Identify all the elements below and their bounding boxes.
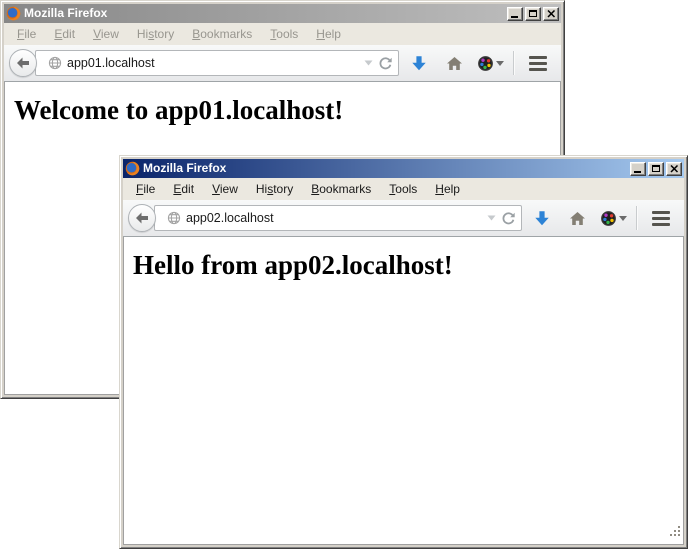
toolbar-separator: [513, 51, 515, 75]
menu-item-edit[interactable]: Edit: [45, 23, 84, 45]
navigation-toolbar: app01.localhost: [4, 45, 561, 82]
minimize-button[interactable]: [630, 162, 646, 176]
maximize-button[interactable]: [525, 7, 541, 21]
download-button[interactable]: [404, 48, 434, 78]
menu-item-history[interactable]: History: [128, 23, 183, 45]
url-text[interactable]: app01.localhost: [67, 56, 359, 70]
menu-item-edit[interactable]: Edit: [164, 178, 203, 200]
reload-icon[interactable]: [501, 211, 516, 226]
menu-item-view[interactable]: View: [203, 178, 247, 200]
maximize-icon: [652, 165, 660, 172]
menu-item-tools[interactable]: Tools: [261, 23, 307, 45]
download-arrow-icon: [534, 210, 550, 227]
url-bar[interactable]: app01.localhost: [35, 50, 399, 76]
menu-item-bookmarks[interactable]: Bookmarks: [302, 178, 380, 200]
browser-content: Hello from app02.localhost!: [123, 237, 684, 545]
titlebar[interactable]: Mozilla Firefox: [4, 4, 561, 23]
download-arrow-icon: [411, 55, 427, 72]
history-dropdown-icon[interactable]: [364, 60, 373, 66]
navigation-toolbar: app02.localhost: [123, 200, 684, 237]
url-text[interactable]: app02.localhost: [186, 211, 482, 225]
site-identity-globe-icon[interactable]: [48, 56, 62, 70]
menu-item-history[interactable]: History: [247, 178, 302, 200]
minimize-icon: [634, 171, 641, 173]
home-button[interactable]: [439, 48, 469, 78]
extension-button[interactable]: [597, 203, 629, 233]
window-title: Mozilla Firefox: [24, 4, 504, 23]
browser-window-app02[interactable]: Mozilla Firefox FileEditViewHistoryBookm…: [119, 155, 688, 549]
minimize-icon: [511, 16, 518, 18]
extension-button[interactable]: [474, 48, 506, 78]
menu-bar: FileEditViewHistoryBookmarksToolsHelp: [123, 178, 684, 200]
close-icon: [670, 165, 679, 173]
extension-palette-icon: [600, 210, 617, 227]
close-button[interactable]: [543, 7, 559, 21]
maximize-button[interactable]: [648, 162, 664, 176]
menu-item-view[interactable]: View: [84, 23, 128, 45]
window-title: Mozilla Firefox: [143, 159, 627, 178]
back-arrow-icon: [134, 210, 150, 226]
home-icon: [446, 56, 463, 71]
back-button[interactable]: [9, 49, 37, 77]
back-button[interactable]: [128, 204, 156, 232]
firefox-logo-icon: [125, 161, 140, 176]
resize-grip[interactable]: [669, 525, 682, 543]
extension-caret-icon: [496, 61, 504, 66]
menu-item-file[interactable]: File: [127, 178, 164, 200]
history-dropdown-icon[interactable]: [487, 215, 496, 221]
titlebar[interactable]: Mozilla Firefox: [123, 159, 684, 178]
close-icon: [547, 10, 556, 18]
menu-hamburger-button[interactable]: [522, 48, 554, 78]
back-arrow-icon: [15, 55, 31, 71]
minimize-button[interactable]: [507, 7, 523, 21]
page-heading: Welcome to app01.localhost!: [14, 95, 560, 126]
menu-item-tools[interactable]: Tools: [380, 178, 426, 200]
home-button[interactable]: [562, 203, 592, 233]
menu-bar: FileEditViewHistoryBookmarksToolsHelp: [4, 23, 561, 45]
close-button[interactable]: [666, 162, 682, 176]
firefox-logo-icon: [6, 6, 21, 21]
menu-item-help[interactable]: Help: [307, 23, 350, 45]
extension-palette-icon: [477, 55, 494, 72]
menu-item-help[interactable]: Help: [426, 178, 469, 200]
extension-caret-icon: [619, 216, 627, 221]
menu-item-file[interactable]: File: [8, 23, 45, 45]
url-bar[interactable]: app02.localhost: [154, 205, 522, 231]
toolbar-separator: [636, 206, 638, 230]
site-identity-globe-icon[interactable]: [167, 211, 181, 225]
hamburger-icon: [652, 211, 670, 214]
page-heading: Hello from app02.localhost!: [133, 250, 683, 281]
home-icon: [569, 211, 586, 226]
menu-hamburger-button[interactable]: [645, 203, 677, 233]
menu-item-bookmarks[interactable]: Bookmarks: [183, 23, 261, 45]
hamburger-icon: [529, 56, 547, 59]
reload-icon[interactable]: [378, 56, 393, 71]
download-button[interactable]: [527, 203, 557, 233]
maximize-icon: [529, 10, 537, 17]
